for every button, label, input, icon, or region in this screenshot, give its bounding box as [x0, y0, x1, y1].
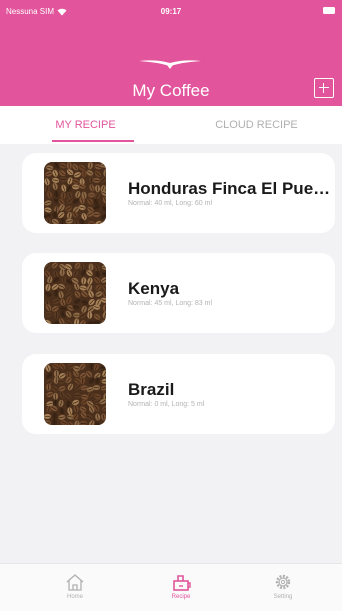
recipe-card[interactable]: Kenya Normal: 45 ml, Long: 83 ml — [22, 253, 335, 333]
recipe-name: Honduras Finca El Puente — [128, 179, 333, 198]
active-tab-indicator — [52, 140, 134, 142]
tab-bar-recipe[interactable]: Recipe — [151, 572, 211, 600]
tab-my-recipe[interactable]: MY RECIPE — [0, 119, 171, 131]
recipe-tabs: MY RECIPE CLOUD RECIPE — [0, 106, 342, 144]
page-title: My Coffee — [132, 81, 210, 100]
recipe-card[interactable]: Brazil Normal: 0 ml, Long: 5 ml — [22, 354, 335, 434]
tab-cloud-recipe[interactable]: CLOUD RECIPE — [171, 119, 342, 131]
recipe-detail: Normal: 45 ml, Long: 83 ml — [128, 300, 213, 307]
tab-bar-setting[interactable]: Setting — [253, 572, 313, 600]
coffee-beans-image — [44, 162, 106, 224]
gear-icon — [275, 574, 291, 590]
clock: 09:17 — [160, 7, 182, 16]
status-bar: Nessuna SIM 09:17 — [0, 0, 342, 22]
coffee-beans-image — [44, 363, 106, 425]
recipe-card[interactable]: Honduras Finca El Puente Normal: 40 ml, … — [22, 153, 335, 233]
tab-bar-label: Recipe — [171, 594, 191, 600]
bottom-tab-bar: Home Recipe Setting — [0, 563, 342, 611]
coffee-beans-image — [44, 262, 106, 324]
recipe-detail: Normal: 0 ml, Long: 5 ml — [128, 401, 205, 408]
logo-wings-icon — [139, 60, 201, 69]
battery-icon — [323, 7, 335, 14]
app-header: Nessuna SIM 09:17 My Coffee — [0, 0, 342, 106]
home-icon — [66, 574, 84, 591]
coffee-machine-icon — [173, 575, 191, 591]
tab-bar-home[interactable]: Home — [45, 572, 105, 600]
recipe-name: Brazil — [128, 380, 175, 399]
recipe-detail: Normal: 40 ml, Long: 60 ml — [128, 200, 213, 207]
tab-bar-label: Setting — [273, 594, 293, 600]
tab-bar-label: Home — [66, 594, 83, 600]
add-recipe-button[interactable] — [314, 78, 334, 98]
recipe-name: Kenya — [128, 279, 180, 298]
